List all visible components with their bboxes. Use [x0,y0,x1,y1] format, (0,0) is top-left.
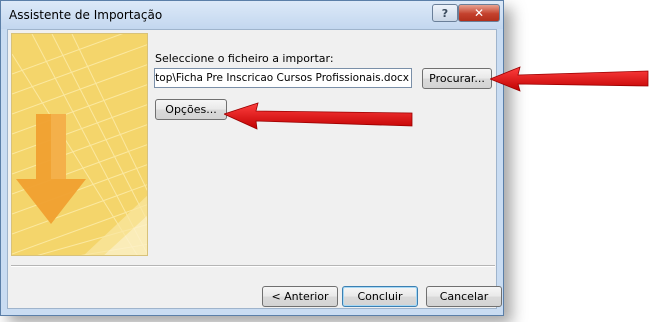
annotation-arrow-browse [490,66,649,92]
dialog-body: Seleccione o ficheiro a importar: Deskto… [7,29,502,309]
file-path-input[interactable]: Desktop\Ficha Pre Inscricao Cursos Profi… [154,68,412,88]
wizard-arrow-illustration [12,34,147,255]
footer-separator [11,265,495,267]
options-button[interactable]: Opções... [155,99,227,120]
finish-button[interactable]: Concluir [342,286,418,307]
wizard-graphic [11,33,148,256]
close-button[interactable]: ✕ [458,4,500,22]
import-wizard-dialog: Assistente de Importação ? ✕ Seleccione … [0,0,504,316]
browse-button[interactable]: Procurar... [422,68,492,89]
back-button[interactable]: < Anterior [262,286,338,307]
title-bar[interactable]: Assistente de Importação ? ✕ [1,1,503,29]
cancel-button[interactable]: Cancelar [426,286,502,307]
window-title: Assistente de Importação [9,8,163,22]
annotation-arrow-options [224,102,413,130]
file-select-label: Seleccione o ficheiro a importar: [155,52,334,65]
help-button[interactable]: ? [432,4,458,22]
